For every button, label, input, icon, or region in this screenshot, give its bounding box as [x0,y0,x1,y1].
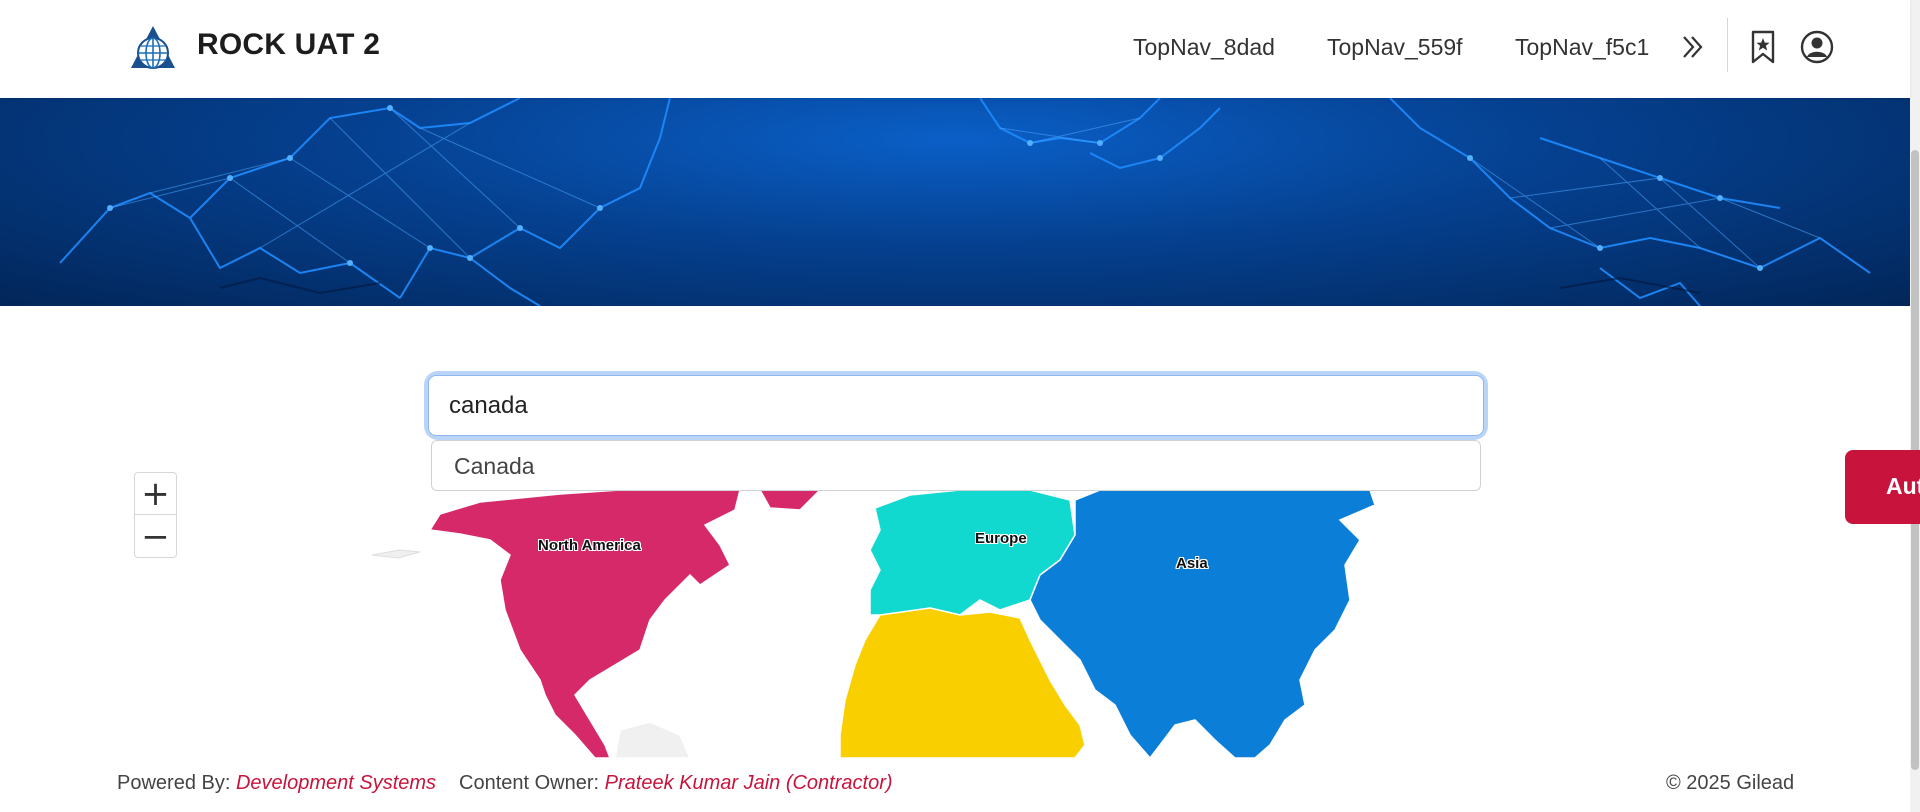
zoom-out-button[interactable]: − [135,516,176,558]
side-tab-button[interactable]: Aut [1845,450,1920,524]
side-tab-label: Aut [1886,473,1920,499]
region-label-asia: Asia [1176,555,1208,572]
autocomplete-option-canada[interactable]: Canada [431,440,1481,491]
hero-banner [0,98,1910,306]
search-box [428,375,1484,436]
search-input[interactable] [428,375,1484,436]
content-owner: Content Owner: Prateek Kumar Jain (Contr… [459,772,893,795]
world-map[interactable]: North America Europe Asia [0,490,1910,758]
content-owner-link[interactable]: Prateek Kumar Jain (Contractor) [605,772,893,794]
double-chevron-right-icon[interactable] [1680,33,1706,61]
map-zoom-control: + − [134,472,177,558]
world-map-svg [371,490,1376,758]
top-nav-item-1[interactable]: TopNav_8dad [1133,34,1275,61]
bookmark-star-icon[interactable] [1749,30,1777,64]
region-north-america [428,490,741,758]
region-label-north-america: North America [538,537,641,554]
region-south-america [614,721,691,758]
region-asia [1029,490,1376,758]
content-owner-label: Content Owner: [459,772,600,794]
page-footer: Powered By: Development Systems Content … [0,758,1910,812]
region-label-europe: Europe [975,530,1027,547]
powered-by: Powered By: Development Systems [117,772,436,795]
nav-divider [1727,18,1728,72]
autocomplete-option-label: Canada [454,453,535,479]
top-nav-item-2[interactable]: TopNav_559f [1327,34,1463,61]
powered-by-label: Powered By: [117,772,231,794]
world-network-graphic [59,98,1871,306]
powered-by-link[interactable]: Development Systems [236,772,436,794]
copyright: © 2025 Gilead [1666,772,1795,794]
top-nav-item-3[interactable]: TopNav_f5c1 [1515,34,1649,61]
top-header: ROCK UAT 2 TopNav_8dad TopNav_559f TopNa… [0,0,1910,98]
region-africa [839,607,1086,758]
zoom-in-button[interactable]: + [135,473,176,515]
user-circle-icon[interactable] [1800,30,1834,64]
globe-logo-icon[interactable] [128,24,178,74]
app-title[interactable]: ROCK UAT 2 [197,28,380,62]
